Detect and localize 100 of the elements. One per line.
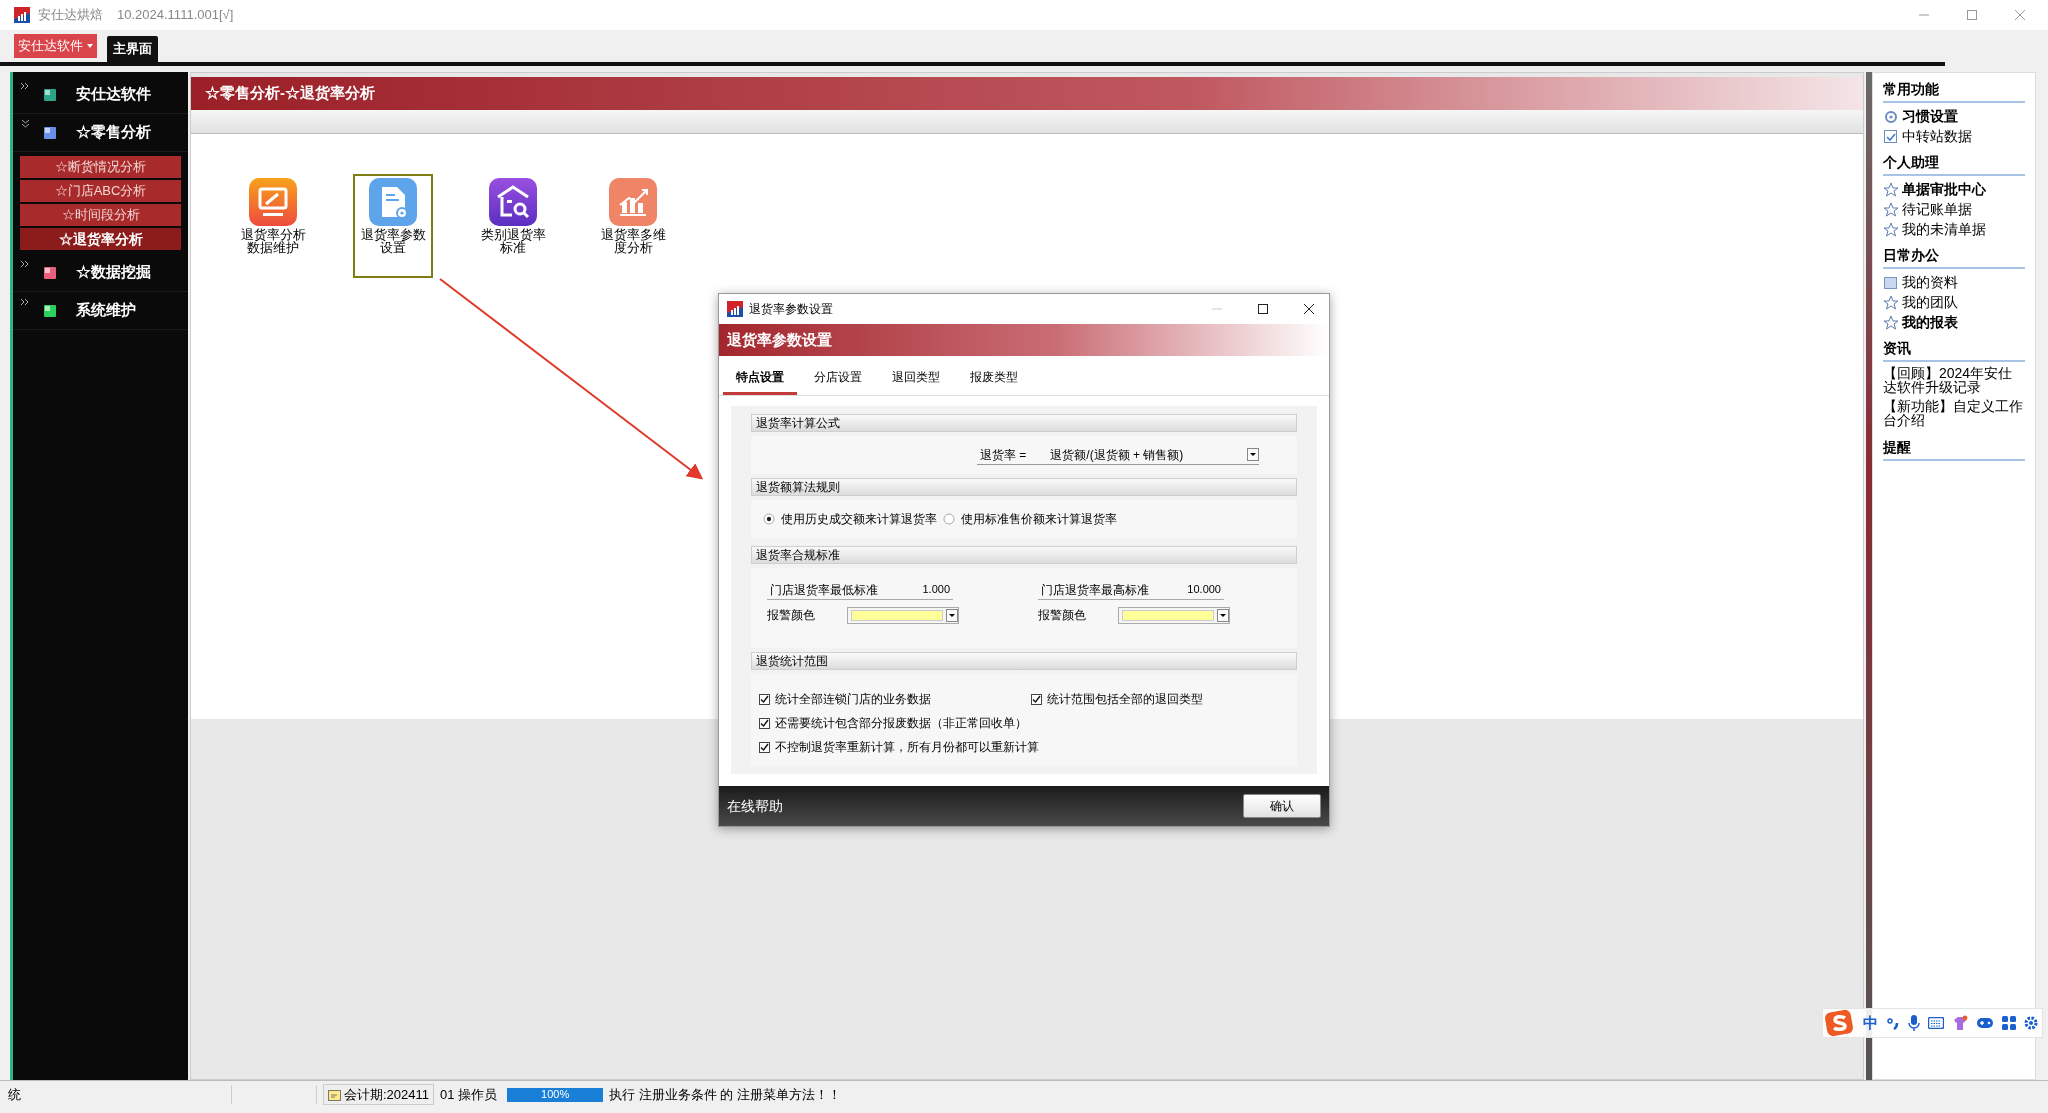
formula-label: 退货率 =	[980, 446, 1027, 464]
module-icon	[44, 88, 56, 101]
dialog-tab[interactable]: 退回类型	[879, 361, 953, 395]
sidebar-group[interactable]: 安仕达软件	[13, 76, 188, 114]
close-icon[interactable]	[1303, 303, 1315, 315]
shortcut-link[interactable]: 单据审批中心	[1883, 180, 2025, 199]
module-icon	[44, 126, 56, 139]
module-icon	[249, 178, 297, 226]
launcher-tile[interactable]: 类别退货率 标准	[473, 174, 553, 278]
sidebar-item[interactable]: ☆时间段分析	[20, 204, 181, 226]
version-text: 10.2024.1111.001[√]	[117, 6, 234, 25]
help-link[interactable]: 在线帮助	[727, 795, 783, 817]
maximize-icon[interactable]	[1257, 303, 1269, 315]
language-toggle[interactable]: 中	[1863, 1011, 1878, 1035]
launcher-label: 退货率多维 度分析	[600, 228, 666, 254]
keyboard-icon[interactable]	[1928, 1017, 1944, 1029]
section-heading: 退货统计范围	[751, 652, 1297, 670]
launcher-label: 退货率参数 设置	[360, 228, 426, 254]
radio-option[interactable]: 使用历史成交额来计算退货率	[763, 510, 937, 528]
alarm-label: 报警颜色	[767, 607, 816, 624]
formula-dropdown[interactable]: 退货额/(退货额 + 销售额)	[1050, 446, 1259, 463]
sidebar-item[interactable]: ☆断货情况分析	[20, 156, 181, 178]
checkbox-option[interactable]: 不控制退货率重新计算，所有月份都可以重新计算	[759, 738, 1297, 756]
star-icon	[1883, 295, 1898, 310]
section-heading: 退货率计算公式	[751, 414, 1297, 432]
sidebar-group[interactable]: ☆零售分析	[13, 114, 188, 152]
software-menu-button[interactable]: 安仕达软件	[14, 34, 97, 58]
checkbox-option[interactable]: 统计范围包括全部的退回类型	[1031, 690, 1297, 708]
operator-text: 01 操作员	[440, 1085, 498, 1104]
gear-icon	[1883, 109, 1898, 124]
shortcut-link[interactable]: 我的资料	[1883, 273, 2025, 292]
limit-label: 门店退货率最高标准	[1041, 581, 1149, 599]
sidebar-item[interactable]: ☆门店ABC分析	[20, 180, 181, 202]
alarm-label: 报警颜色	[1038, 607, 1087, 624]
window-title: 安仕达烘焙	[38, 6, 103, 25]
dialog-tab[interactable]: 报废类型	[957, 361, 1031, 395]
launcher-label: 类别退货率 标准	[480, 228, 546, 254]
section-heading: 退货额算法规则	[751, 478, 1297, 496]
module-icon	[44, 304, 56, 317]
dialog-tab[interactable]: 特点设置	[723, 361, 797, 395]
note-icon	[328, 1088, 341, 1101]
dialog-header: 退货率参数设置	[719, 324, 1329, 356]
section-heading: 退货率合规标准	[751, 546, 1297, 564]
dialog-tab[interactable]: 分店设置	[801, 361, 875, 395]
status-text: 统	[8, 1084, 232, 1105]
star-icon	[1883, 222, 1898, 237]
input-method-logo-icon[interactable]	[1825, 1009, 1855, 1037]
confirm-button[interactable]: 确认	[1243, 794, 1321, 818]
launcher-tile[interactable]: 退货率分析 数据维护	[233, 174, 313, 278]
main-tab[interactable]: 主界面	[107, 36, 158, 62]
limit-label: 门店退货率最低标准	[770, 581, 878, 599]
launcher-tile[interactable]: 退货率参数 设置	[353, 174, 433, 278]
star-icon	[1883, 202, 1898, 217]
app-logo-icon	[727, 301, 743, 317]
gamepad-icon[interactable]	[1976, 1016, 1994, 1030]
section-heading: 日常办公	[1883, 245, 2025, 269]
section-heading: 提醒	[1883, 437, 2025, 461]
breadcrumb-header: ☆零售分析-☆退货率分析	[191, 77, 1863, 110]
news-link[interactable]: 【回顾】2024年安仕达软件升级记录	[1883, 366, 2025, 394]
microphone-icon[interactable]	[1908, 1015, 1920, 1031]
check-icon	[1883, 129, 1898, 144]
star-icon	[1883, 315, 1898, 330]
section-heading: 资讯	[1883, 338, 2025, 362]
app-logo-icon	[14, 7, 30, 23]
star-icon	[1883, 182, 1898, 197]
section-heading: 个人助理	[1883, 152, 2025, 176]
module-icon	[489, 178, 537, 226]
shortcut-link[interactable]: 中转站数据	[1883, 127, 2025, 146]
color-dropdown[interactable]	[847, 606, 959, 624]
module-icon	[44, 266, 56, 279]
punctuation-icon[interactable]	[1886, 1016, 1900, 1030]
limit-value[interactable]: 1.000	[922, 581, 950, 598]
module-icon	[609, 178, 657, 226]
checkbox-option[interactable]: 还需要统计包含部分报废数据（非正常回收单）	[759, 714, 1297, 732]
module-icon	[369, 178, 417, 226]
section-heading: 常用功能	[1883, 79, 2025, 103]
shortcut-link[interactable]: 我的团队	[1883, 293, 2025, 312]
shirt-icon[interactable]	[1952, 1015, 1968, 1031]
shortcut-link[interactable]: 待记账单据	[1883, 200, 2025, 219]
launcher-tile[interactable]: 退货率多维 度分析	[593, 174, 673, 278]
grid-icon[interactable]	[2002, 1016, 2016, 1030]
card-icon	[1883, 275, 1898, 290]
status-message: 执行 注册业务条件 的 注册菜单方法！！	[609, 1085, 841, 1104]
limit-value[interactable]: 10.000	[1187, 581, 1221, 598]
progress-bar: 100%	[507, 1087, 604, 1102]
accounting-period: 会计期:202411	[323, 1083, 435, 1106]
caret-icon	[87, 44, 93, 48]
sidebar-group[interactable]: ☆数据挖掘	[13, 254, 188, 292]
launcher-label: 退货率分析 数据维护	[240, 228, 306, 254]
radio-option[interactable]: 使用标准售价额来计算退货率	[943, 510, 1117, 528]
dialog-title: 退货率参数设置	[749, 301, 833, 318]
news-link[interactable]: 【新功能】自定义工作台介绍	[1883, 399, 2025, 427]
shortcut-link[interactable]: 我的未清单据	[1883, 220, 2025, 239]
color-dropdown[interactable]	[1118, 606, 1230, 624]
sidebar-group[interactable]: 系统维护	[13, 292, 188, 330]
shortcut-link[interactable]: 习惯设置	[1883, 107, 2025, 126]
settings-icon[interactable]	[2024, 1016, 2038, 1030]
checkbox-option[interactable]: 统计全部连锁门店的业务数据	[759, 690, 1031, 708]
shortcut-link[interactable]: 我的报表	[1883, 313, 2025, 332]
sidebar-item[interactable]: ☆退货率分析	[20, 228, 181, 250]
